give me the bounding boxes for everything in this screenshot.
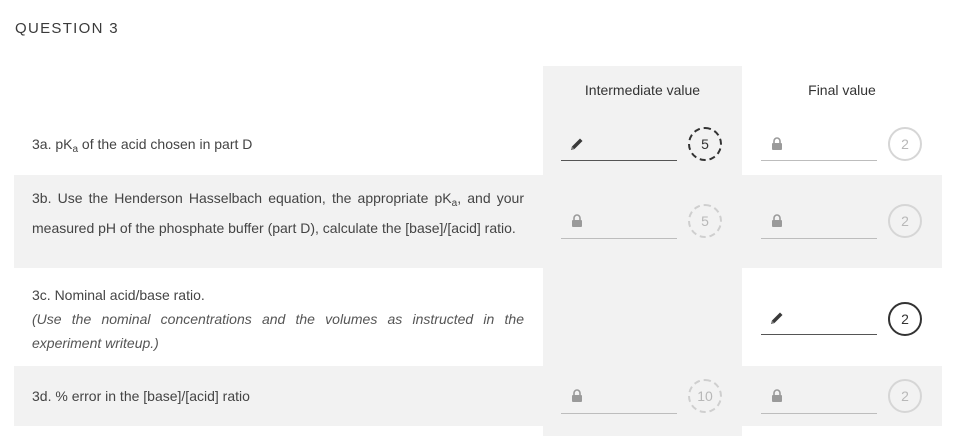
answer-field-3a-final xyxy=(761,128,879,164)
lock-icon xyxy=(572,389,582,402)
lock-icon xyxy=(772,137,782,150)
row-label: 3a. pKa of the acid chosen in part D xyxy=(32,136,253,155)
row-label: 3c. Nominal acid/base ratio. (Use the no… xyxy=(32,283,524,355)
points-badge: 2 xyxy=(888,127,922,161)
input-underline xyxy=(561,238,677,239)
pencil-icon xyxy=(771,312,783,324)
answer-field-3d-intermediate xyxy=(561,380,679,416)
lock-icon xyxy=(572,214,582,227)
pencil-icon xyxy=(571,138,583,150)
answer-field-3b-intermediate xyxy=(561,205,679,241)
points-badge: 5 xyxy=(688,127,722,161)
column-header-final: Final value xyxy=(808,82,876,98)
points-badge: 2 xyxy=(888,204,922,238)
answer-field-3a-intermediate[interactable] xyxy=(561,128,679,164)
row-label: 3b. Use the Henderson Hasselbach equatio… xyxy=(32,190,524,236)
row-note: (Use the nominal concentrations and the … xyxy=(32,311,524,351)
input-underline xyxy=(561,160,677,161)
points-badge: 5 xyxy=(688,204,722,238)
points-badge: 2 xyxy=(888,379,922,413)
answer-field-3d-final xyxy=(761,380,879,416)
input-underline xyxy=(761,160,877,161)
answer-field-3c-final[interactable] xyxy=(761,302,879,338)
points-badge: 2 xyxy=(888,302,922,336)
lock-icon xyxy=(772,389,782,402)
lock-icon xyxy=(772,214,782,227)
input-underline xyxy=(561,413,677,414)
column-header-intermediate: Intermediate value xyxy=(584,82,701,98)
row-label: 3d. % error in the [base]/[acid] ratio xyxy=(32,388,250,404)
input-underline xyxy=(761,334,877,335)
answer-field-3b-final xyxy=(761,205,879,241)
points-badge: 10 xyxy=(688,379,722,413)
input-underline xyxy=(761,413,877,414)
question-panel: QUESTION 3 Intermediate value Final valu… xyxy=(0,0,967,436)
question-title: QUESTION 3 xyxy=(15,20,119,37)
input-underline xyxy=(761,238,877,239)
